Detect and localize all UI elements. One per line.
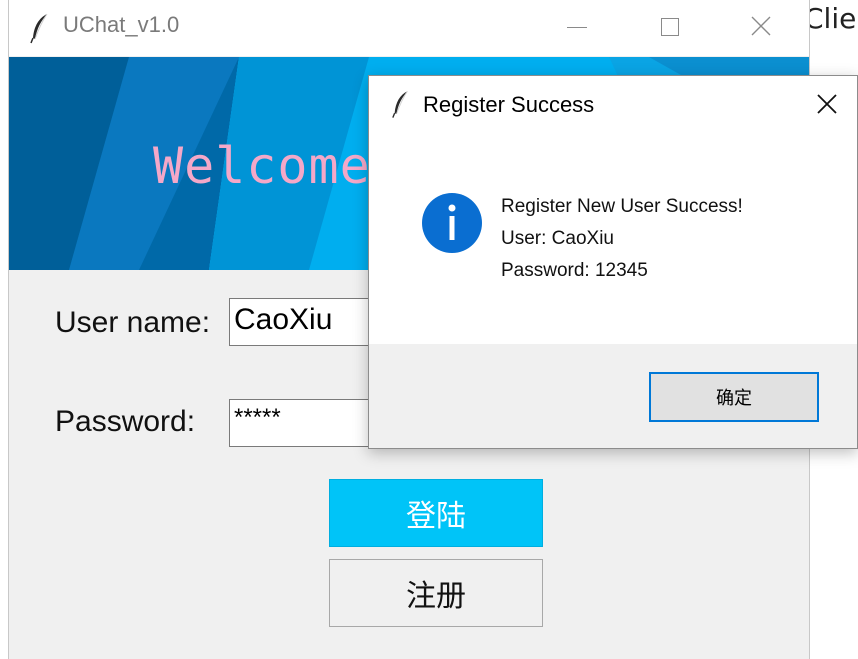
dialog-close-button[interactable] [813,90,841,118]
background-window-title-fragment: Clier [804,2,858,35]
dialog-message-line: User: CaoXiu [501,228,614,249]
password-label: Password: [55,405,196,438]
login-button[interactable]: 登陆 [329,479,543,547]
ok-button[interactable]: 确定 [649,372,819,422]
username-label: User name: [55,306,211,339]
info-icon [422,193,482,253]
dialog-titlebar[interactable]: Register Success [369,76,857,136]
register-success-dialog: Register Success Register New User Succe… [368,75,858,449]
dialog-message-line: Password: 12345 [501,260,648,281]
maximize-button[interactable] [649,10,689,44]
close-button[interactable] [741,10,781,44]
main-window-titlebar[interactable]: UChat_v1.0 [9,0,809,56]
minimize-button[interactable] [557,10,597,44]
dialog-footer: 确定 [369,344,857,448]
welcome-text: Welcome [153,137,371,195]
window-title: UChat_v1.0 [63,12,180,37]
minimize-icon [567,27,587,28]
register-button[interactable]: 注册 [329,559,543,627]
maximize-icon [661,18,679,36]
dialog-message-line: Register New User Success! [501,196,743,217]
feather-icon [392,91,408,118]
close-icon [751,16,771,36]
feather-icon [30,13,48,44]
dialog-title: Register Success [423,92,595,117]
close-icon [817,94,837,114]
